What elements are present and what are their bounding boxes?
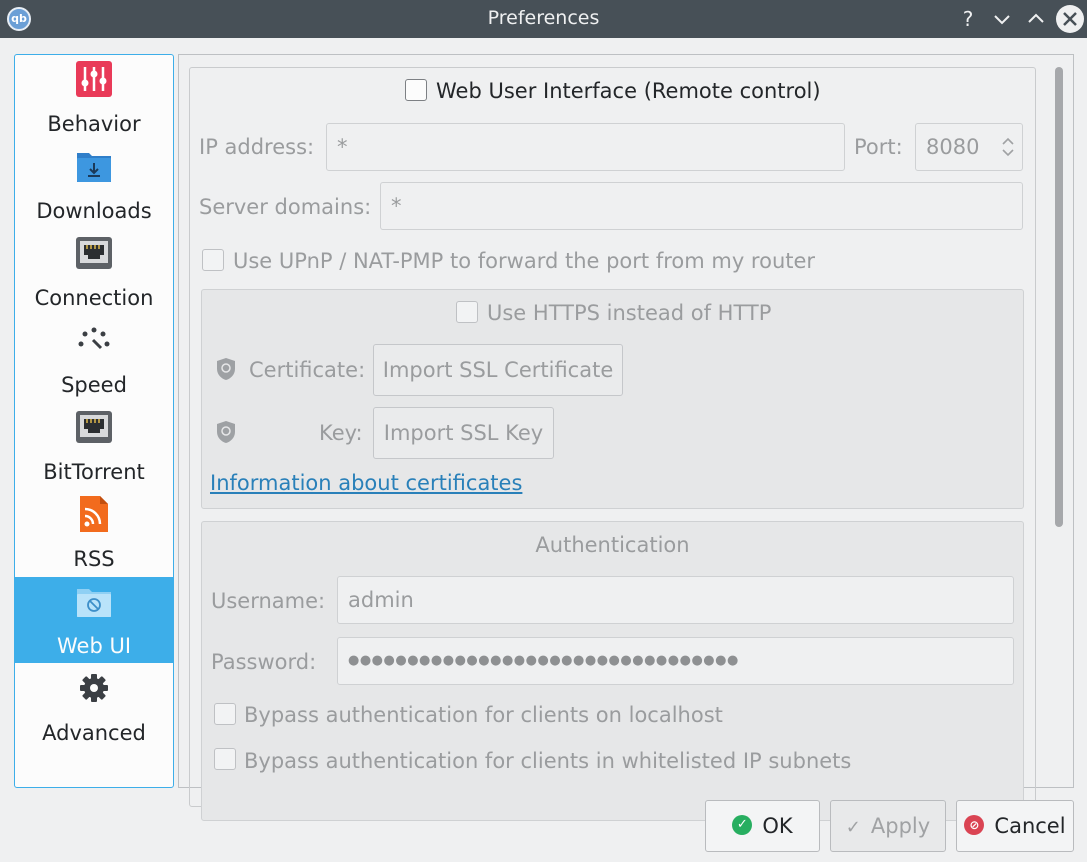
import-ssl-certificate-button[interactable]: Import SSL Certificate — [373, 344, 623, 396]
bypass-whitelist-checkbox[interactable] — [214, 748, 236, 770]
sidebar-item-label: Downloads — [36, 199, 152, 223]
sidebar-item-downloads[interactable]: Downloads — [15, 142, 173, 228]
port-spinbox[interactable]: 8080 — [915, 123, 1023, 171]
sidebar-item-rss[interactable]: RSS — [15, 490, 173, 576]
import-ssl-key-button[interactable]: Import SSL Key — [373, 407, 554, 459]
sidebar-item-label: BitTorrent — [43, 460, 145, 484]
help-button[interactable]: ? — [955, 6, 981, 32]
vertical-scrollbar[interactable] — [1055, 67, 1063, 779]
sidebar-item-label: Speed — [61, 373, 127, 397]
webui-folder-icon — [77, 589, 111, 617]
username-label: Username: — [211, 589, 326, 613]
authentication-title: Authentication — [535, 533, 690, 557]
bypass-whitelist-label: Bypass authentication for clients in whi… — [244, 749, 852, 773]
port-label: Port: — [854, 135, 903, 159]
behavior-icon — [76, 61, 112, 97]
preferences-page-web-ui: Web User Interface (Remote control) IP a… — [178, 54, 1074, 821]
gear-icon — [80, 674, 108, 702]
cancel-label: Cancel — [994, 814, 1066, 838]
bypass-localhost-checkbox[interactable] — [214, 703, 236, 725]
ip-address-field[interactable]: * — [326, 123, 845, 171]
https-label: Use HTTPS instead of HTTP — [487, 301, 772, 325]
server-domains-label: Server domains: — [199, 195, 372, 219]
sidebar-item-web-ui[interactable]: Web UI — [15, 577, 173, 663]
certificates-info-link[interactable]: Information about certificates — [210, 471, 522, 495]
certificate-shield-icon — [217, 358, 235, 380]
sidebar-item-label: RSS — [73, 547, 115, 571]
chevron-down-icon — [994, 15, 1010, 25]
web-ui-groupbox: Web User Interface (Remote control) IP a… — [189, 67, 1036, 821]
preferences-sidebar: Behavior Downloads Connection Speed BitT… — [14, 54, 174, 788]
upnp-label: Use UPnP / NAT-PMP to forward the port f… — [233, 249, 816, 273]
sidebar-item-advanced[interactable]: Advanced — [15, 664, 173, 750]
ip-address-label: IP address: — [199, 135, 315, 159]
password-label: Password: — [211, 650, 317, 674]
certificate-label: Certificate: — [249, 358, 366, 382]
sidebar-item-label: Connection — [34, 286, 154, 310]
sidebar-item-behavior[interactable]: Behavior — [15, 55, 173, 141]
web-ui-enable-checkbox[interactable] — [405, 79, 427, 101]
password-field[interactable]: ●●●●●●●●●●●●●●●●●●●●●●●●●●●●●●●●● — [337, 637, 1014, 685]
bypass-localhost-label: Bypass authentication for clients on loc… — [244, 703, 723, 727]
authentication-groupbox: Authentication Username: admin Password:… — [201, 521, 1024, 821]
apply-button[interactable]: ✓ Apply — [830, 800, 946, 852]
port-value: 8080 — [926, 135, 980, 159]
scrollbar-thumb[interactable] — [1055, 67, 1063, 527]
sidebar-item-label: Web UI — [56, 634, 132, 658]
username-field[interactable]: admin — [337, 576, 1014, 624]
close-button[interactable] — [1056, 5, 1084, 33]
speedometer-icon — [78, 327, 110, 350]
title-bar: qb Preferences ? — [0, 0, 1087, 38]
minimize-button[interactable] — [989, 6, 1015, 32]
check-mark-icon: ✓ — [845, 817, 861, 838]
network-port-icon — [76, 411, 112, 443]
sidebar-item-label: Advanced — [42, 721, 146, 745]
cancel-button[interactable]: ⊘ Cancel — [956, 800, 1074, 852]
chevron-up-icon — [1028, 13, 1044, 23]
close-icon — [1063, 12, 1077, 26]
sidebar-item-speed[interactable]: Speed — [15, 316, 173, 402]
apply-label: Apply — [870, 814, 931, 838]
window-title: Preferences — [487, 7, 600, 29]
spin-updown-icon[interactable] — [1000, 135, 1016, 159]
key-label: Key: — [319, 421, 363, 445]
maximize-button[interactable] — [1023, 6, 1049, 32]
https-groupbox: Use HTTPS instead of HTTP Certificate: I… — [201, 289, 1024, 509]
rss-feed-icon — [80, 496, 108, 532]
check-icon: ✓ — [732, 815, 753, 835]
ok-button[interactable]: ✓ OK — [705, 800, 820, 852]
network-port-icon — [76, 237, 112, 269]
key-shield-icon — [217, 421, 235, 443]
sidebar-item-label: Behavior — [47, 112, 141, 136]
ok-label: OK — [762, 814, 793, 838]
cancel-icon: ⊘ — [964, 815, 985, 835]
downloads-folder-icon — [77, 153, 111, 182]
https-checkbox[interactable] — [456, 301, 478, 323]
sidebar-item-connection[interactable]: Connection — [15, 229, 173, 315]
web-ui-enable-label: Web User Interface (Remote control) — [436, 79, 821, 103]
sidebar-item-bittorrent[interactable]: BitTorrent — [15, 403, 173, 489]
upnp-checkbox[interactable] — [202, 249, 224, 271]
server-domains-field[interactable]: * — [380, 182, 1023, 230]
